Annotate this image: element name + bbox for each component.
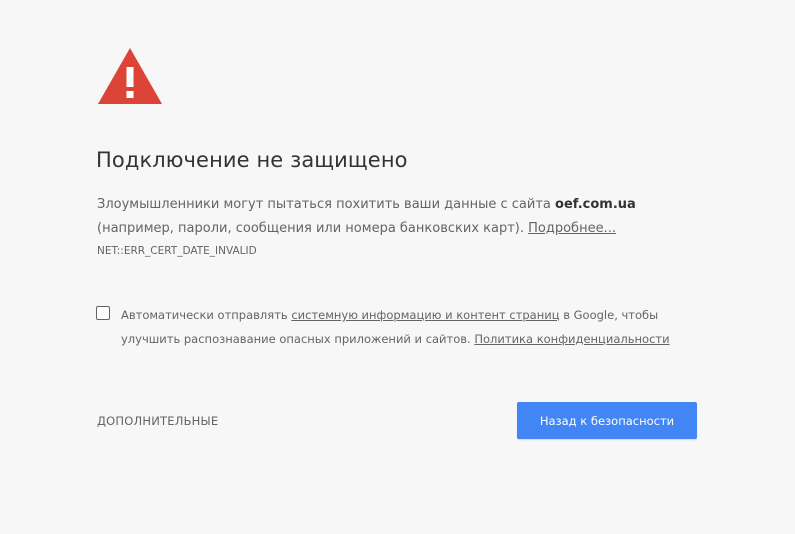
warning-triangle-icon bbox=[98, 48, 162, 104]
explanation-examples: (например, пароли, сообщения или номера … bbox=[97, 221, 529, 236]
optin-purpose: улучшить распознавание опасных приложени… bbox=[121, 332, 475, 346]
explanation-line-2: (например, пароли, сообщения или номера … bbox=[97, 217, 697, 241]
optin-checkbox[interactable] bbox=[96, 306, 110, 320]
optin-prefix: Автоматически отправлять bbox=[121, 308, 292, 322]
details-link[interactable]: Подробнее... bbox=[528, 221, 616, 236]
explanation-line-1: Злоумышленники могут пытаться похитить в… bbox=[97, 193, 697, 217]
optin-suffix: в Google, чтобы bbox=[559, 308, 659, 322]
explanation-text: Злоумышленники могут пытаться похитить в… bbox=[97, 193, 697, 241]
optin-line-2: улучшить распознавание опасных приложени… bbox=[121, 327, 701, 351]
interstitial-page: Подключение не защищено Злоумышленники м… bbox=[0, 0, 795, 534]
error-code: NET::ERR_CERT_DATE_INVALID bbox=[97, 245, 257, 257]
explanation-prefix: Злоумышленники могут пытаться похитить в… bbox=[97, 197, 556, 212]
page-title: Подключение не защищено bbox=[96, 148, 408, 172]
host-name: oef.com.ua bbox=[555, 197, 636, 212]
system-info-link[interactable]: системную информацию и контент страниц bbox=[291, 308, 559, 322]
back-to-safety-button[interactable]: Назад к безопасности bbox=[517, 402, 697, 439]
privacy-policy-link[interactable]: Политика конфиденциальности bbox=[474, 332, 669, 346]
advanced-button[interactable]: ДОПОЛНИТЕЛЬНЫЕ bbox=[97, 414, 218, 428]
optin-label: Автоматически отправлять системную инфор… bbox=[121, 303, 701, 351]
optin-line-1: Автоматически отправлять системную инфор… bbox=[121, 303, 701, 327]
